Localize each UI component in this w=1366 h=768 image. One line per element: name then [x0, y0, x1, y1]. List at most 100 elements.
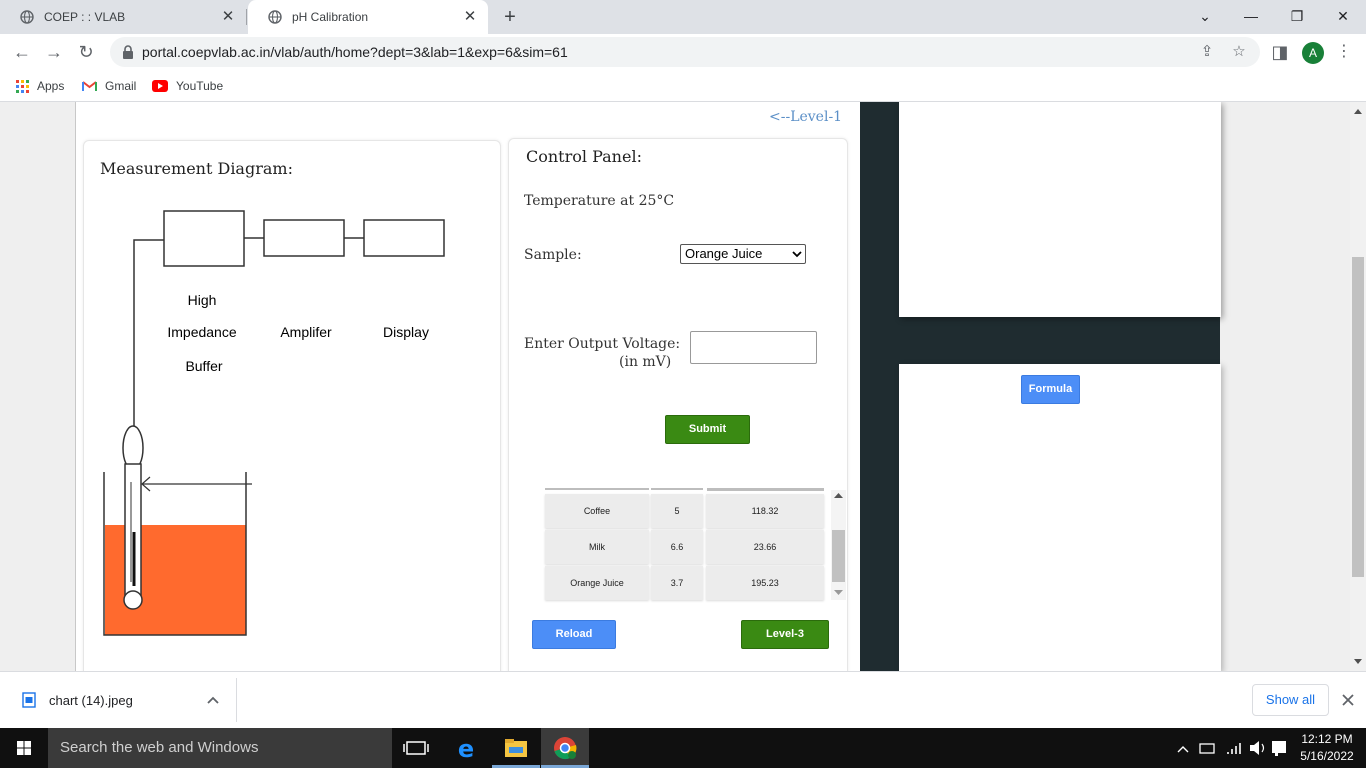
- table-row: Orange Juice 3.7 195.23: [543, 566, 827, 600]
- buffer-label-line1: High: [187, 292, 217, 308]
- forward-arrow-icon[interactable]: →: [42, 41, 66, 65]
- restore-button[interactable]: ❐: [1274, 0, 1320, 34]
- voltage-unit-label: (in mV): [619, 354, 672, 370]
- notification-icon: [1272, 741, 1286, 753]
- downloads-bar: chart (14).jpeg Show all: [0, 671, 1366, 728]
- table-row: Milk 6.6 23.66: [543, 530, 827, 564]
- clock-time: 12:12 PM: [1301, 732, 1353, 746]
- taskbar-search-box[interactable]: Search the web and Windows: [48, 728, 392, 768]
- close-downloads-icon[interactable]: [1342, 694, 1354, 706]
- cell-sample: Milk: [545, 530, 649, 564]
- show-hidden-icons-chevron: [1177, 746, 1189, 753]
- close-tab-icon[interactable]: ✕: [220, 9, 236, 25]
- image-file-icon: [22, 692, 36, 708]
- sample-select[interactable]: Orange Juice: [680, 244, 806, 264]
- file-explorer-icon[interactable]: [492, 728, 540, 768]
- download-separator: [236, 678, 237, 722]
- back-to-level-1-link[interactable]: <--Level-1: [769, 109, 842, 125]
- scroll-down-arrow-icon[interactable]: [1350, 653, 1366, 669]
- buffer-label-line3: Buffer: [185, 358, 223, 374]
- cell-mv: 195.23: [706, 566, 824, 600]
- minimize-button[interactable]: —: [1228, 0, 1274, 34]
- globe-icon: [20, 10, 34, 24]
- wifi-icon: [1227, 743, 1241, 754]
- table-row: Coffee 5 118.32: [543, 494, 827, 528]
- battery-icon: [1199, 743, 1215, 754]
- bookmark-apps[interactable]: Apps: [16, 77, 64, 95]
- share-icon[interactable]: ⇪: [1198, 43, 1216, 61]
- chevron-up-icon[interactable]: [207, 696, 219, 704]
- amplifier-label: Amplifer: [280, 324, 332, 340]
- page-scrollbar-thumb[interactable]: [1352, 257, 1364, 577]
- address-bar[interactable]: portal.coepvlab.ac.in/vlab/auth/home?dep…: [110, 37, 1260, 67]
- tab-search-chevron-icon[interactable]: ⌄: [1182, 0, 1228, 34]
- lock-icon: [123, 45, 133, 59]
- chevron-down-icon: [792, 251, 802, 258]
- reload-icon[interactable]: ↻: [74, 41, 98, 65]
- edge-browser-icon[interactable]: e: [442, 728, 490, 768]
- table-scrollbar-thumb: [832, 530, 845, 582]
- bookmark-label: YouTube: [176, 79, 224, 93]
- tab-title: pH Calibration: [292, 10, 369, 24]
- tab-title: COEP : : VLAB: [44, 10, 126, 24]
- download-item[interactable]: chart (14).jpeg: [22, 692, 219, 708]
- menu-kebab-icon[interactable]: ⋮: [1336, 42, 1352, 62]
- back-arrow-icon[interactable]: ←: [10, 41, 34, 65]
- tab-ph-calibration[interactable]: pH Calibration ✕: [248, 0, 488, 34]
- browser-toolbar: ← → ↻ portal.coepvlab.ac.in/vlab/auth/ho…: [0, 34, 1366, 71]
- tab-separator: [246, 9, 247, 25]
- reload-button[interactable]: Reload: [532, 620, 616, 649]
- bookmark-label: Gmail: [105, 79, 137, 93]
- display-block: [363, 219, 445, 257]
- high-impedance-buffer-block: [163, 210, 245, 267]
- scroll-up-arrow-icon[interactable]: [1350, 104, 1366, 120]
- table-header-rule: [545, 488, 649, 490]
- side-panel-icon[interactable]: ◨: [1268, 41, 1292, 65]
- task-view-icon[interactable]: [392, 728, 440, 768]
- bookmark-gmail[interactable]: Gmail: [82, 77, 136, 95]
- new-tab-button[interactable]: +: [498, 5, 522, 29]
- taskbar-clock[interactable]: 12:12 PM 5/16/2022: [1296, 731, 1358, 765]
- page-scrollbar[interactable]: [1350, 102, 1366, 671]
- cell-mv: 23.66: [706, 530, 824, 564]
- graph-pane: [899, 102, 1221, 317]
- bookmarks-bar: Apps Gmail YouTube: [0, 71, 1366, 102]
- tab-coep-vlab[interactable]: COEP : : VLAB ✕: [0, 0, 246, 34]
- system-tray-icons[interactable]: [1170, 728, 1300, 768]
- svg-text:e: e: [458, 735, 474, 763]
- apps-grid-icon: [16, 79, 29, 93]
- cell-ph: 6.6: [651, 530, 703, 564]
- control-panel-title: Control Panel:: [526, 147, 642, 166]
- gmail-icon: [82, 81, 97, 91]
- cell-sample: Coffee: [545, 494, 649, 528]
- temperature-label: Temperature at 25°C: [524, 193, 675, 209]
- cell-ph: 3.7: [651, 566, 703, 600]
- url-text: portal.coepvlab.ac.in/vlab/auth/home?dep…: [142, 44, 568, 60]
- clock-date: 5/16/2022: [1300, 749, 1354, 763]
- youtube-icon: [152, 80, 168, 92]
- sample-label: Sample:: [524, 247, 582, 263]
- download-filename: chart (14).jpeg: [49, 692, 133, 708]
- cell-sample: Orange Juice: [545, 566, 649, 600]
- close-window-button[interactable]: ✕: [1320, 0, 1366, 34]
- bookmark-star-icon[interactable]: ☆: [1230, 43, 1248, 61]
- display-label: Display: [383, 324, 429, 340]
- output-voltage-input[interactable]: [690, 331, 817, 364]
- bookmark-label: Apps: [37, 79, 65, 93]
- start-button[interactable]: [0, 728, 48, 768]
- buffer-label-line2: Impedance: [167, 324, 237, 340]
- submit-button[interactable]: Submit: [665, 415, 750, 444]
- volume-icon: [1250, 741, 1259, 755]
- amplifier-block: [263, 219, 345, 257]
- profile-avatar[interactable]: A: [1302, 42, 1324, 64]
- table-scrollbar[interactable]: [831, 490, 846, 600]
- formula-button[interactable]: Formula: [1021, 375, 1080, 404]
- close-tab-icon[interactable]: ✕: [462, 9, 478, 25]
- bookmark-youtube[interactable]: YouTube: [152, 77, 223, 95]
- tab-strip: COEP : : VLAB ✕ pH Calibration ✕ + ⌄ — ❐…: [0, 0, 1366, 34]
- measurement-diagram-title: Measurement Diagram:: [100, 159, 293, 178]
- windows-taskbar: Search the web and Windows e 12:12 PM 5/…: [0, 728, 1366, 768]
- chrome-taskbar-icon[interactable]: [541, 728, 589, 768]
- level-3-button[interactable]: Level-3: [741, 620, 829, 649]
- show-all-button[interactable]: Show all: [1252, 684, 1329, 716]
